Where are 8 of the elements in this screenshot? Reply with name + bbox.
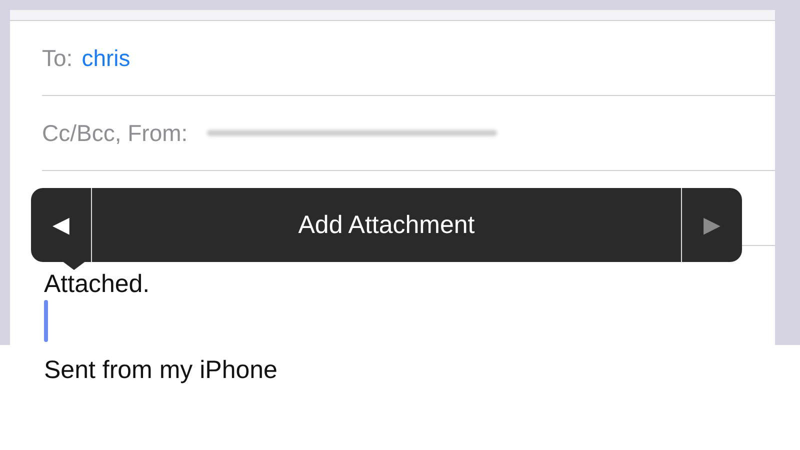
recipient-token[interactable]: chris (82, 44, 130, 72)
text-cursor (44, 300, 48, 342)
add-attachment-button[interactable]: Add Attachment (92, 188, 681, 262)
body-text: Attached. (44, 270, 150, 298)
field-label: Cc/Bcc, From: (42, 120, 188, 146)
field-label: To: (42, 44, 73, 72)
previous-button[interactable]: ◀ (31, 188, 92, 262)
body-text: Sent from my iPhone (44, 356, 278, 384)
